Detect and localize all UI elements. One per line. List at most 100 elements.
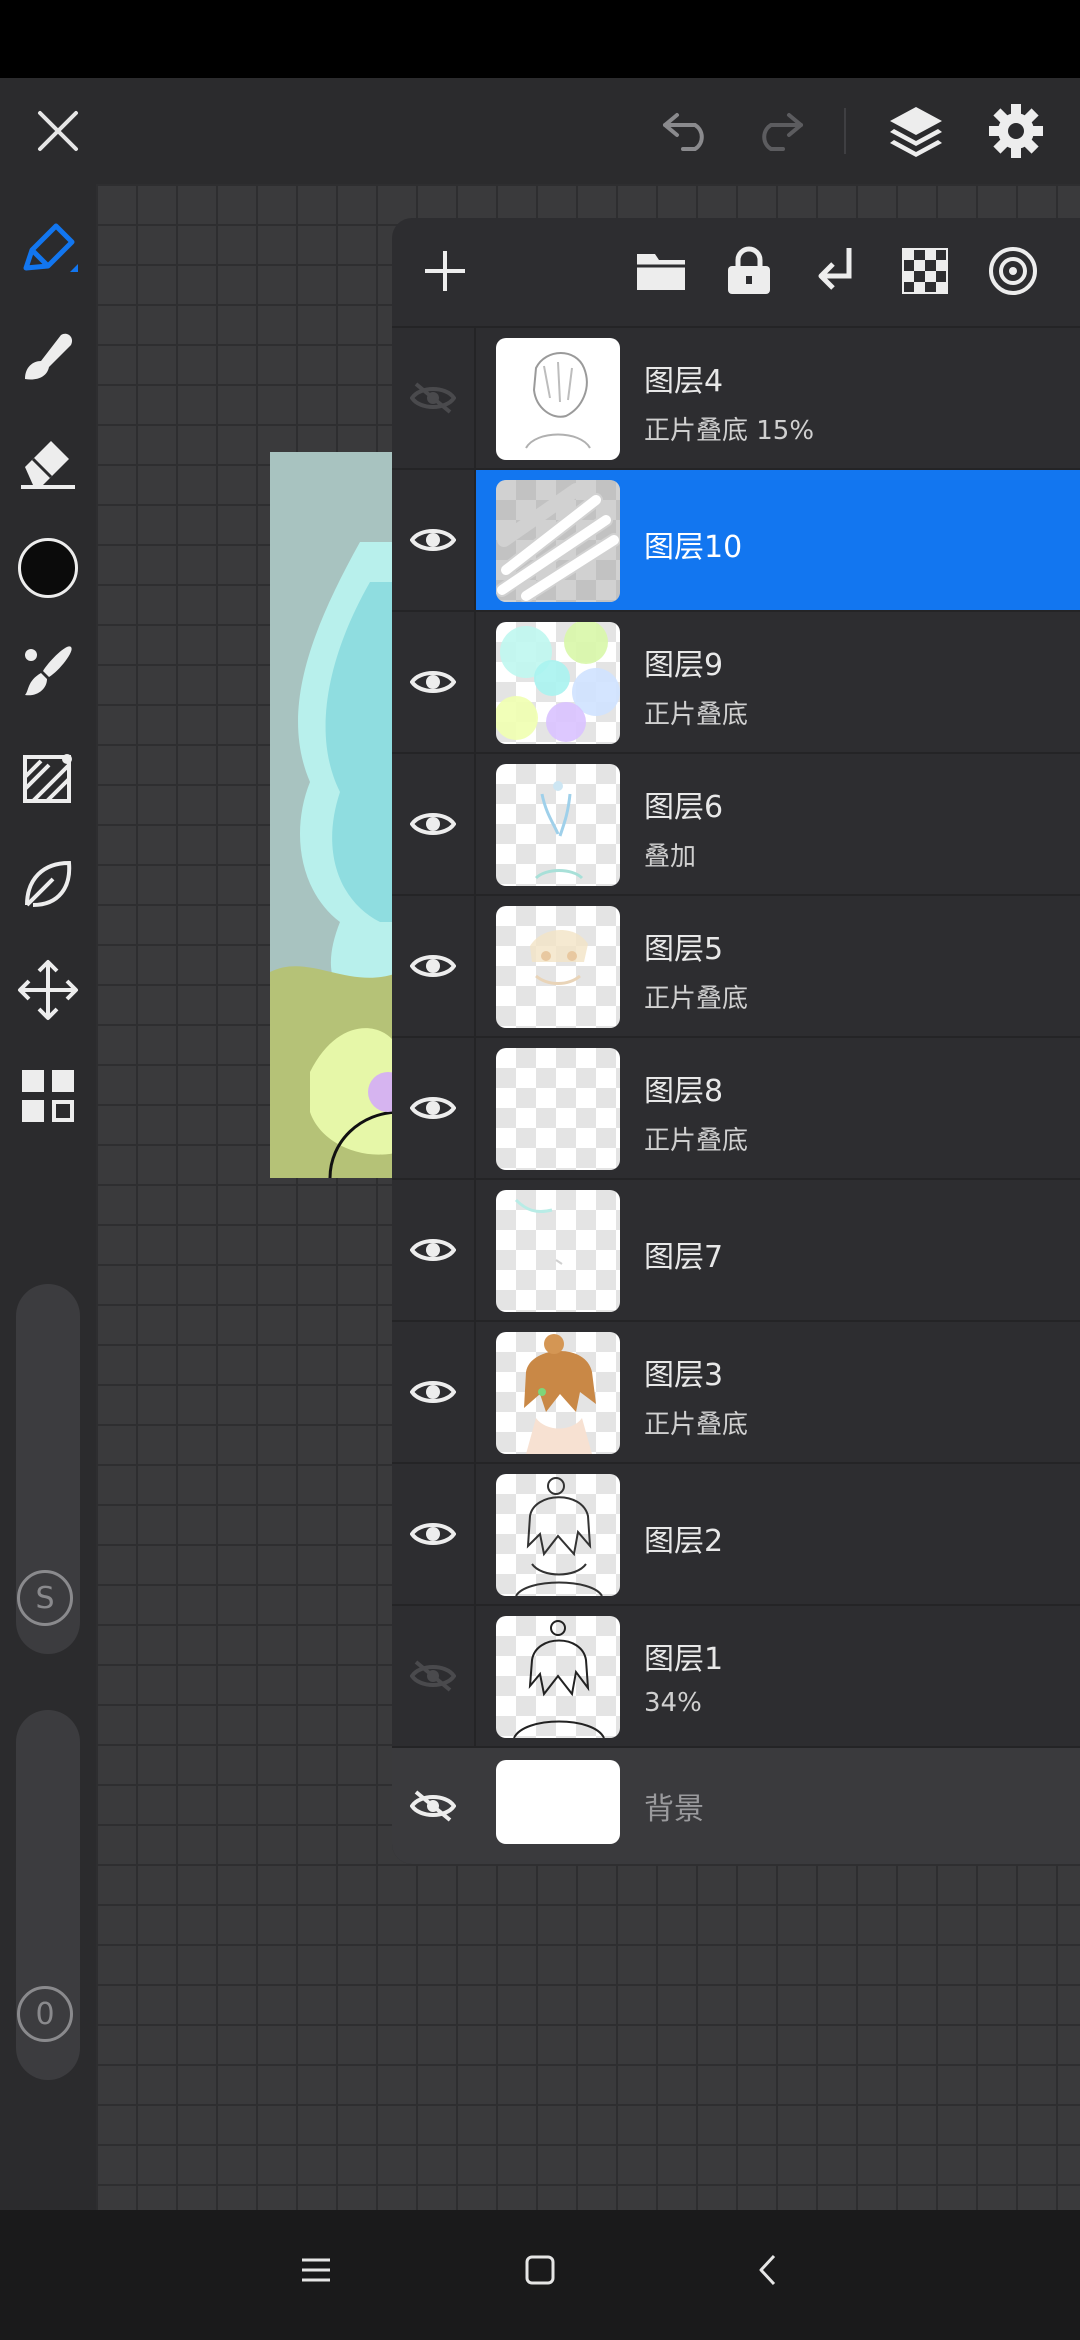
eye-icon[interactable] <box>392 470 474 610</box>
eye-icon[interactable] <box>392 896 474 1036</box>
layer-row[interactable]: 图层6 叠加 <box>392 752 1080 894</box>
layer-name: 图层10 <box>644 530 743 565</box>
layer-info[interactable]: 图层4 正片叠底 15% <box>476 328 1080 468</box>
gear-icon[interactable] <box>976 96 1056 166</box>
hidden-eye-icon[interactable] <box>392 1606 474 1746</box>
layer-name: 图层2 <box>644 1524 724 1559</box>
layer-blend-mode: 叠加 <box>644 842 697 872</box>
layer-name: 图层5 <box>644 932 724 967</box>
layer-blend-mode: 正片叠底 <box>644 700 749 730</box>
brush-icon[interactable] <box>0 632 96 712</box>
back-icon[interactable] <box>738 2240 798 2300</box>
layer-row[interactable]: 图层9 正片叠底 <box>392 610 1080 752</box>
layer-info[interactable]: 图层10 <box>476 470 1080 610</box>
opacity-slider[interactable]: 0 <box>16 1710 80 2080</box>
layer-blend-mode: 正片叠底 <box>644 984 749 1014</box>
brush-size-knob[interactable]: S <box>17 1570 73 1626</box>
checker-icon[interactable] <box>892 238 958 304</box>
fill-icon[interactable] <box>0 738 96 818</box>
lasso-icon[interactable] <box>0 844 96 924</box>
status-bar <box>0 0 1080 78</box>
left-toolbar: S 0 <box>0 184 96 2210</box>
artwork-visible-portion <box>270 452 400 1178</box>
transform-icon[interactable] <box>0 950 96 1030</box>
size-label: S <box>35 1580 55 1616</box>
layer-row[interactable]: 图层4 正片叠底 15% <box>392 326 1080 468</box>
layer-thumbnail <box>496 338 620 460</box>
layer-thumbnail <box>496 906 620 1028</box>
background-thumbnail <box>496 1760 620 1844</box>
layer-name: 图层3 <box>644 1358 724 1393</box>
layer-row-selected[interactable]: 图层10 <box>392 468 1080 610</box>
layer-info[interactable]: 图层7 <box>476 1180 1080 1320</box>
layer-info[interactable]: 图层5 正片叠底 <box>476 896 1080 1036</box>
layer-row[interactable]: 图层3 正片叠底 <box>392 1320 1080 1462</box>
layer-name: 图层1 <box>644 1642 724 1677</box>
layer-thumbnail <box>496 1616 620 1738</box>
opacity-knob[interactable]: 0 <box>17 1986 73 2042</box>
layer-name: 图层4 <box>644 364 724 399</box>
layer-opacity: 34% <box>644 1688 702 1718</box>
add-layer-icon[interactable] <box>412 238 478 304</box>
current-color-circle <box>18 538 78 598</box>
eye-icon[interactable] <box>392 1322 474 1462</box>
brush-size-slider[interactable]: S <box>16 1284 80 1654</box>
eye-icon[interactable] <box>392 754 474 894</box>
merge-down-icon[interactable] <box>804 238 870 304</box>
layer-name: 背景 <box>644 1792 704 1827</box>
layers-panel-header <box>392 218 1080 326</box>
layer-row[interactable]: 图层7 <box>392 1178 1080 1320</box>
layer-thumbnail <box>496 1048 620 1170</box>
top-bar <box>0 78 1080 184</box>
eye-icon[interactable] <box>392 1464 474 1604</box>
folder-icon[interactable] <box>628 238 694 304</box>
layers-icon[interactable] <box>876 96 956 166</box>
layer-info[interactable]: 图层1 34% <box>476 1606 1080 1746</box>
layer-info[interactable]: 图层2 <box>476 1464 1080 1604</box>
layer-row[interactable]: 图层8 正片叠底 <box>392 1036 1080 1178</box>
layer-row[interactable]: 图层2 <box>392 1462 1080 1604</box>
undo-icon[interactable] <box>650 98 726 164</box>
layer-name: 图层6 <box>644 790 724 825</box>
layer-thumbnail <box>496 622 620 744</box>
layer-blend-mode: 正片叠底 <box>644 1126 749 1156</box>
eye-icon[interactable] <box>392 1038 474 1178</box>
menu-icon[interactable] <box>286 2240 346 2300</box>
opacity-label: 0 <box>35 1996 55 2032</box>
lock-icon[interactable] <box>716 238 782 304</box>
hidden-eye-icon[interactable] <box>392 328 474 468</box>
redo-icon[interactable] <box>740 98 816 164</box>
layer-name: 图层9 <box>644 648 724 683</box>
layer-info[interactable]: 图层3 正片叠底 <box>476 1322 1080 1462</box>
home-icon[interactable] <box>510 2240 570 2300</box>
layer-info[interactable]: 背景 <box>476 1748 1080 1864</box>
gallery-icon[interactable] <box>0 1056 96 1136</box>
toolbar-divider <box>844 108 846 154</box>
layer-row[interactable]: 图层5 正片叠底 <box>392 894 1080 1036</box>
layer-info[interactable]: 图层9 正片叠底 <box>476 612 1080 752</box>
color-swatch[interactable] <box>0 528 96 608</box>
layer-thumbnail <box>496 1332 620 1454</box>
close-icon[interactable] <box>20 98 96 164</box>
eye-icon[interactable] <box>392 1180 474 1320</box>
pen-tool-icon[interactable] <box>0 210 96 290</box>
layer-blend-mode: 正片叠底 15% <box>644 416 815 446</box>
eraser-icon[interactable] <box>0 420 96 500</box>
layer-info[interactable]: 图层6 叠加 <box>476 754 1080 894</box>
layer-info[interactable]: 图层8 正片叠底 <box>476 1038 1080 1178</box>
layer-thumbnail <box>496 480 620 602</box>
layer-blend-mode: 正片叠底 <box>644 1410 749 1440</box>
target-icon[interactable] <box>980 238 1046 304</box>
layer-thumbnail <box>496 1474 620 1596</box>
layer-name: 图层7 <box>644 1240 724 1275</box>
layers-panel: 图层4 正片叠底 15% 图层10 图层9 正片叠底 图层6 叠加 图层5 正片… <box>392 218 1080 1864</box>
system-nav-bar <box>0 2210 1080 2340</box>
layer-thumbnail <box>496 764 620 886</box>
background-layer-row[interactable]: 背景 <box>392 1746 1080 1864</box>
hidden-eye-icon[interactable] <box>392 1748 474 1864</box>
eye-icon[interactable] <box>392 612 474 752</box>
layer-name: 图层8 <box>644 1074 724 1109</box>
layer-row[interactable]: 图层1 34% <box>392 1604 1080 1746</box>
layer-thumbnail <box>496 1190 620 1312</box>
smudge-tool-icon[interactable] <box>0 316 96 396</box>
